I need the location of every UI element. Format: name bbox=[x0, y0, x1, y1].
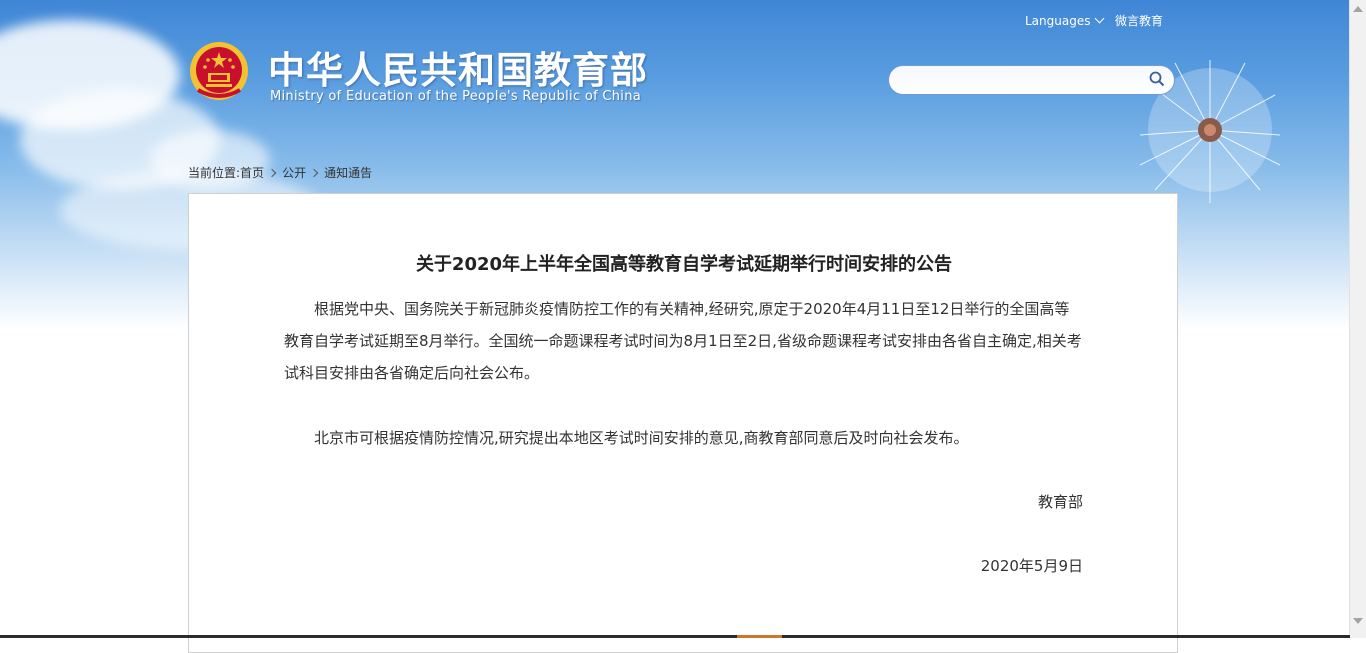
scroll-down-arrow-icon[interactable] bbox=[1353, 618, 1363, 624]
search-box bbox=[888, 65, 1175, 95]
wechat-link[interactable]: 微言教育 bbox=[1115, 12, 1163, 29]
signature-organization: 教育部 bbox=[1037, 493, 1083, 511]
article-paragraph: 根据党中央、国务院关于新冠肺炎疫情防控工作的有关精神,经研究,原定于2020年4… bbox=[284, 300, 1082, 382]
article-paragraph: 北京市可根据疫情防控情况,研究提出本地区考试时间安排的意见,商教育部同意后及时向… bbox=[314, 429, 969, 447]
site-subtitle: Ministry of Education of the People's Re… bbox=[270, 89, 642, 104]
search-icon[interactable] bbox=[1149, 71, 1165, 87]
article-title: 关于2020年上半年全国高等教育自学考试延期举行时间安排的公告 bbox=[415, 254, 953, 275]
breadcrumb: 当前位置:首页 公开 通知通告 bbox=[188, 164, 372, 181]
languages-label: Languages bbox=[1025, 14, 1091, 28]
vertical-scrollbar[interactable] bbox=[1349, 0, 1366, 638]
chevron-down-icon bbox=[1095, 13, 1105, 24]
breadcrumb-item-home[interactable]: 首页 bbox=[240, 166, 264, 180]
article-panel: 关于2020年上半年全国高等教育自学考试延期举行时间安排的公告 根据党中央、国务… bbox=[188, 193, 1178, 653]
breadcrumb-prefix: 当前位置: bbox=[188, 166, 241, 180]
site-title[interactable]: 中华人民共和国教育部 bbox=[268, 40, 648, 94]
chevron-right-icon bbox=[267, 168, 277, 178]
chevron-right-icon bbox=[309, 168, 319, 178]
scroll-up-arrow-icon[interactable] bbox=[1353, 6, 1363, 12]
breadcrumb-item-notices[interactable]: 通知通告 bbox=[324, 166, 372, 180]
search-input[interactable] bbox=[901, 70, 1145, 92]
languages-menu[interactable]: Languages bbox=[1025, 13, 1105, 28]
breadcrumb-item-public[interactable]: 公开 bbox=[282, 166, 306, 180]
national-emblem-icon bbox=[190, 42, 248, 100]
signature-date: 2020年5月9日 bbox=[980, 557, 1083, 575]
